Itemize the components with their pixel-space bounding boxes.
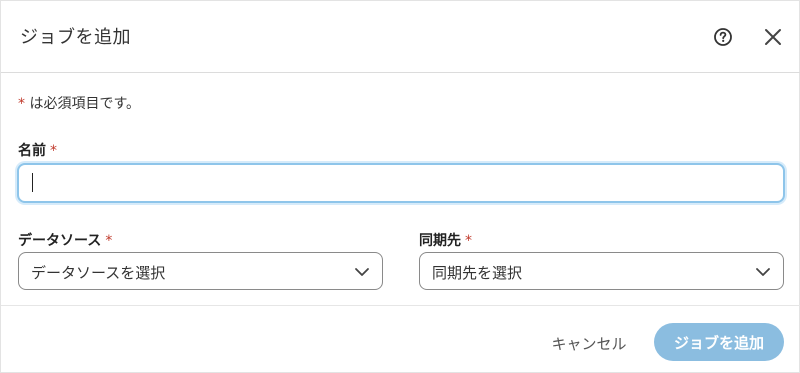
text-cursor <box>32 173 33 192</box>
required-star: * <box>18 96 25 112</box>
sync-destination-select-value: 同期先を選択 <box>432 264 523 282</box>
add-job-button[interactable]: ジョブを追加 <box>654 323 784 361</box>
name-field-label: 名前 * <box>18 140 57 160</box>
data-source-select-value: データソースを選択 <box>31 264 166 282</box>
sync-destination-field-label: 同期先 * <box>419 230 472 250</box>
add-job-dialog: ジョブを追加 * は必須項目です。 名前 * データソース * データソースを選択 <box>0 0 800 373</box>
close-icon <box>765 29 781 45</box>
data-source-select[interactable]: データソースを選択 <box>18 252 383 290</box>
help-button[interactable] <box>712 26 734 48</box>
dialog-header: ジョブを追加 <box>1 1 800 73</box>
data-source-label-text: データソース <box>18 233 102 249</box>
chevron-down-icon <box>756 268 770 276</box>
footer-divider <box>1 305 800 306</box>
name-label-text: 名前 <box>18 143 46 159</box>
required-fields-note: * は必須項目です。 <box>18 93 140 113</box>
required-star: * <box>50 143 57 159</box>
required-star: * <box>105 233 113 249</box>
dialog-title: ジョブを追加 <box>20 27 131 48</box>
required-star: * <box>465 233 472 249</box>
chevron-down-icon <box>355 268 369 276</box>
data-source-field-label: データソース * <box>18 230 112 250</box>
help-circle-icon <box>714 28 732 46</box>
sync-destination-select[interactable]: 同期先を選択 <box>419 252 784 290</box>
sync-destination-label-text: 同期先 <box>419 233 461 249</box>
required-note-text: は必須項目です。 <box>29 96 141 112</box>
close-button[interactable] <box>759 23 787 51</box>
cancel-button[interactable]: キャンセル <box>537 326 641 360</box>
name-input[interactable] <box>17 163 785 203</box>
